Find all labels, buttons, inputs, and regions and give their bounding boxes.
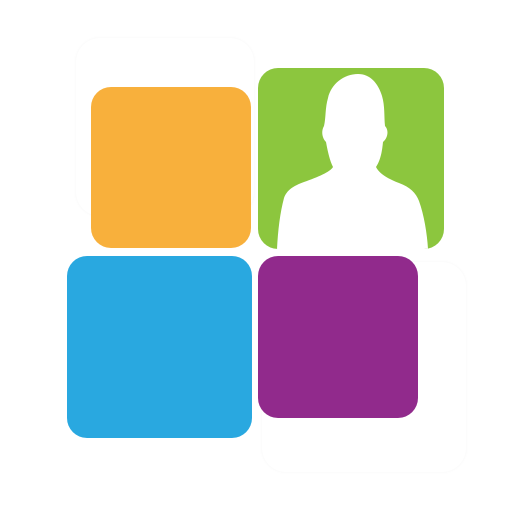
blue-tile — [67, 256, 252, 438]
purple-tile — [258, 256, 418, 418]
orange-tile — [91, 87, 251, 248]
green-tile — [258, 68, 444, 249]
person-silhouette-icon — [277, 74, 428, 249]
app-logo — [0, 0, 512, 512]
